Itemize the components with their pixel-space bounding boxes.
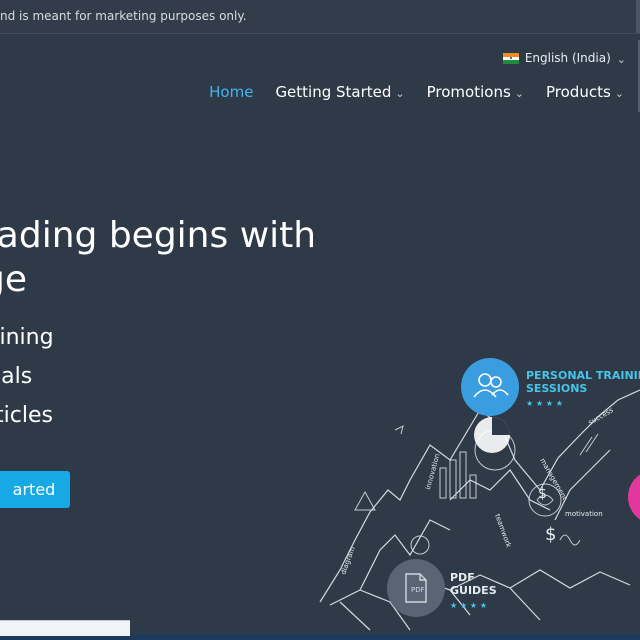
svg-text:$: $ (538, 486, 547, 502)
nav-promotions-label: Promotions (426, 83, 511, 101)
list-item: aining (0, 325, 54, 350)
training-circle (461, 358, 519, 416)
nav-home-label: Home (209, 83, 254, 101)
nav-products[interactable]: Products ⌄ (546, 83, 624, 101)
nav-products-label: Products (546, 83, 611, 101)
personal-training-title: PERSONAL TRAINING (526, 369, 640, 382)
rating-stars: ★ ★ ★ ★ (526, 399, 564, 408)
chevron-down-icon: ⌄ (395, 86, 405, 100)
chevron-down-icon: ⌄ (614, 86, 624, 100)
pink-feature-circle (628, 474, 640, 520)
hero-feature-list: aining rials rticles (0, 318, 54, 435)
main-nav: Home Getting Started ⌄ Promotions ⌄ Prod… (209, 83, 624, 101)
svg-text:teamwork: teamwork (493, 513, 513, 550)
hero-title-line2: ge (0, 259, 27, 300)
nav-getting-started[interactable]: Getting Started ⌄ (275, 83, 404, 101)
chevron-down-icon: ⌄ (616, 52, 626, 66)
svg-text:motivation: motivation (565, 510, 603, 518)
get-started-button[interactable]: arted (0, 471, 70, 508)
pdf-guides-title: PDF (450, 571, 475, 584)
bottom-panel (0, 620, 130, 637)
svg-text:diagram: diagram (339, 545, 357, 575)
list-item: rials (0, 364, 33, 389)
pdf-icon-text: PDF (411, 586, 425, 594)
svg-text:innovation: innovation (424, 453, 441, 491)
taskbar-strip (0, 636, 130, 640)
personal-training-subtitle: SESSIONS (526, 382, 588, 395)
language-selector[interactable]: English (India) ⌄ (502, 49, 626, 67)
rating-stars: ★ ★ ★ ★ (450, 601, 488, 610)
personal-training-label: PERSONAL TRAINING SESSIONS ★ ★ ★ ★ (526, 369, 640, 410)
get-started-label: arted (12, 480, 56, 499)
pdf-guides-subtitle: GUIDES (450, 584, 497, 597)
chevron-down-icon: ⌄ (514, 86, 524, 100)
taskbar (130, 634, 640, 640)
disclaimer-text: nd is meant for marketing purposes only. (0, 9, 247, 23)
language-label: English (India) (524, 51, 611, 65)
disclaimer-bar: nd is meant for marketing purposes only. (0, 0, 640, 34)
nav-getting-started-label: Getting Started (275, 83, 392, 101)
nav-promotions[interactable]: Promotions ⌄ (427, 83, 524, 101)
hero-title: rading begins with ge (0, 214, 342, 302)
scroll-edge (636, 0, 640, 33)
nav-home[interactable]: Home (209, 83, 253, 101)
list-item: rticles (0, 403, 53, 428)
svg-text:$: $ (545, 524, 556, 545)
india-flag-icon (502, 52, 519, 64)
pdf-guides-label: PDF GUIDES ★ ★ ★ ★ (450, 571, 497, 612)
hero-title-line1: rading begins with (0, 215, 317, 256)
